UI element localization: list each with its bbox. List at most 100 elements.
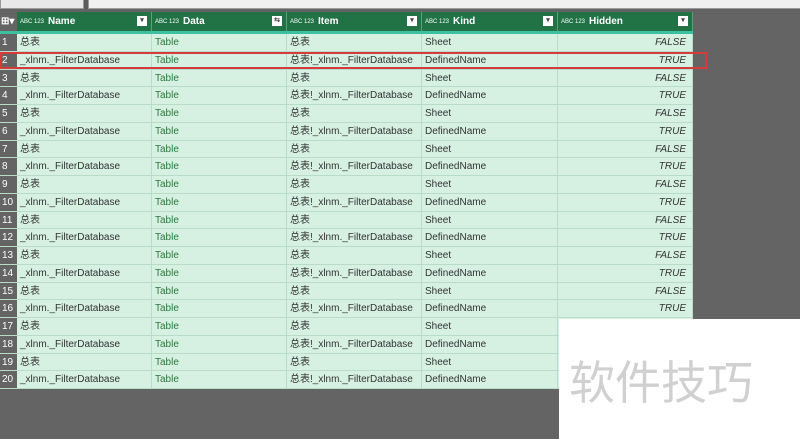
cell-data[interactable]: Table [152, 229, 287, 246]
table-row[interactable]: 13 总表 Table 总表 Sheet FALSE [0, 247, 693, 265]
table-row[interactable]: 5 总表 Table 总表 Sheet FALSE [0, 105, 693, 123]
table-row[interactable]: 1 总表 Table 总表 Sheet FALSE [0, 34, 693, 52]
cell-kind: DefinedName [422, 335, 558, 353]
filter-dropdown-icon[interactable]: ▾ [678, 16, 688, 26]
row-number: 14 [0, 264, 17, 282]
cell-hidden: FALSE [558, 140, 693, 158]
cell-data[interactable]: Table [152, 140, 287, 158]
cell-name: 总表 [17, 353, 152, 371]
table-row[interactable]: 8 _xlnm._FilterDatabase Table 总表!_xlnm._Fil… [0, 158, 693, 176]
filter-dropdown-icon[interactable]: ▾ [137, 16, 147, 26]
column-header-hidden[interactable]: ABC 123 Hidden ▾ [558, 12, 693, 31]
cell-data[interactable]: Table [152, 105, 287, 122]
cell-data[interactable]: Table [152, 371, 287, 388]
cell-hidden: TRUE [558, 158, 693, 175]
cell-item: 总表 [287, 282, 422, 300]
cell-data[interactable]: Table [152, 176, 287, 193]
cell-kind: Sheet [422, 211, 558, 229]
cell-name: _xlnm._FilterDatabase [17, 158, 152, 175]
cell-item: 总表!_xlnm._FilterDatabase [287, 300, 422, 317]
cell-kind: DefinedName [422, 193, 558, 211]
row-number: 4 [0, 87, 17, 104]
column-header-kind[interactable]: ABC 123 Kind ▾ [422, 12, 558, 31]
type-icon[interactable]: ABC 123 [20, 19, 44, 25]
cell-name: 总表 [17, 282, 152, 300]
cell-data[interactable]: Table [152, 282, 287, 300]
type-icon[interactable]: ABC 123 [561, 19, 585, 25]
cell-item: 总表!_xlnm._FilterDatabase [287, 335, 422, 353]
column-header-data[interactable]: ABC 123 Data ⇆ [152, 12, 287, 31]
cell-item: 总表 [287, 318, 422, 335]
cell-kind: DefinedName [422, 300, 558, 317]
table-row[interactable]: 15 总表 Table 总表 Sheet FALSE [0, 282, 693, 301]
filter-dropdown-icon[interactable]: ▾ [407, 16, 417, 26]
table-row[interactable]: 14 _xlnm._FilterDatabase Table 总表!_xlnm._Fi… [0, 264, 693, 283]
cell-data[interactable]: Table [152, 69, 287, 87]
cell-kind: DefinedName [422, 122, 558, 140]
table-row[interactable]: 16 _xlnm._FilterDatabase Table 总表!_xlnm._Fi… [0, 300, 693, 318]
table-row[interactable]: 3 总表 Table 总表 Sheet FALSE [0, 69, 693, 88]
cell-item: 总表!_xlnm._FilterDatabase [287, 229, 422, 246]
cell-name: _xlnm._FilterDatabase [17, 335, 152, 353]
table-row[interactable]: 10 _xlnm._FilterDatabase Table 总表!_xlnm._Fi… [0, 193, 693, 212]
cell-kind: DefinedName [422, 87, 558, 104]
type-icon[interactable]: ABC 123 [290, 19, 314, 25]
cell-data[interactable]: Table [152, 158, 287, 175]
cell-kind: Sheet [422, 247, 558, 264]
query-settings-box[interactable] [0, 0, 84, 9]
column-label: Hidden [589, 16, 623, 27]
cell-name: _xlnm._FilterDatabase [17, 193, 152, 211]
table-row[interactable]: 6 _xlnm._FilterDatabase Table 总表!_xlnm._Fil… [0, 122, 693, 141]
cell-hidden: FALSE [558, 176, 693, 193]
cell-hidden: FALSE [558, 34, 693, 51]
row-number: 6 [0, 122, 17, 140]
watermark-panel: 软件技巧 [559, 319, 800, 439]
type-icon[interactable]: ABC 123 [425, 19, 449, 25]
cell-data[interactable]: Table [152, 247, 287, 264]
table-row[interactable]: 12 _xlnm._FilterDatabase Table 总表!_xlnm._Fi… [0, 229, 693, 247]
table-row[interactable]: 11 总表 Table 总表 Sheet FALSE [0, 211, 693, 230]
cell-data[interactable]: Table [152, 300, 287, 317]
type-icon[interactable]: ABC 123 [155, 19, 179, 25]
cell-item: 总表 [287, 34, 422, 51]
cell-item: 总表 [287, 211, 422, 229]
formula-input[interactable] [88, 0, 800, 9]
cell-data[interactable]: Table [152, 264, 287, 282]
row-number: 13 [0, 247, 17, 264]
cell-data[interactable]: Table [152, 335, 287, 353]
row-number: 5 [0, 105, 17, 122]
row-number: 20 [0, 371, 17, 388]
column-header-name[interactable]: ABC 123 Name ▾ [17, 12, 152, 31]
cell-hidden: FALSE [558, 69, 693, 87]
cell-data[interactable]: Table [152, 211, 287, 229]
row-number: 3 [0, 69, 17, 87]
column-header-item[interactable]: ABC 123 Item ▾ [287, 12, 422, 31]
row-number: 7 [0, 140, 17, 158]
table-row[interactable]: 9 总表 Table 总表 Sheet FALSE [0, 176, 693, 194]
row-number: 19 [0, 353, 17, 371]
cell-item: 总表 [287, 247, 422, 264]
cell-kind: Sheet [422, 176, 558, 193]
cell-item: 总表!_xlnm._FilterDatabase [287, 193, 422, 211]
table-row[interactable]: 4 _xlnm._FilterDatabase Table 总表!_xlnm._Fil… [0, 87, 693, 105]
cell-data[interactable]: Table [152, 193, 287, 211]
cell-hidden: FALSE [558, 282, 693, 300]
cell-name: _xlnm._FilterDatabase [17, 264, 152, 282]
cell-name: 总表 [17, 105, 152, 122]
cell-data[interactable]: Table [152, 353, 287, 371]
filter-dropdown-icon[interactable]: ▾ [543, 16, 553, 26]
cell-name: _xlnm._FilterDatabase [17, 371, 152, 388]
cell-item: 总表 [287, 140, 422, 158]
table-row[interactable]: 7 总表 Table 总表 Sheet FALSE [0, 140, 693, 159]
cell-kind: DefinedName [422, 371, 558, 388]
cell-kind: Sheet [422, 105, 558, 122]
cell-data[interactable]: Table [152, 122, 287, 140]
highlight-box [0, 52, 707, 69]
cell-data[interactable]: Table [152, 87, 287, 104]
expand-icon[interactable]: ⇆ [272, 16, 282, 26]
table-menu-icon[interactable]: ⊞▾ [0, 12, 17, 31]
row-number: 11 [0, 211, 17, 229]
cell-name: _xlnm._FilterDatabase [17, 87, 152, 104]
cell-data[interactable]: Table [152, 318, 287, 335]
cell-data[interactable]: Table [152, 34, 287, 51]
